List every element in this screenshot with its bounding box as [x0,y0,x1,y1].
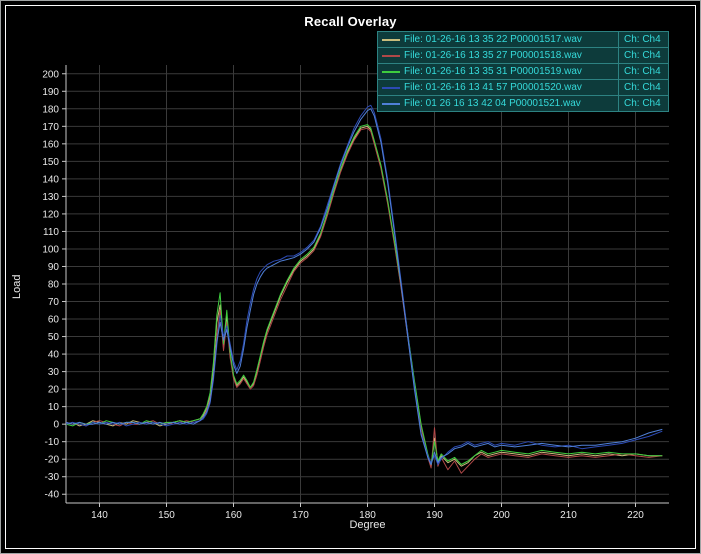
x-axis-label: Degree [66,519,669,531]
svg-text:180: 180 [42,104,59,115]
legend-line-sample [378,96,404,111]
svg-text:30: 30 [48,367,60,378]
legend-item[interactable]: File: 01-26-16 13 35 27 P00001518.wav Ch… [378,48,668,64]
svg-text:-20: -20 [45,455,60,466]
svg-text:-30: -30 [45,472,60,483]
series-line-P00001517 [66,126,662,466]
legend-file-label: File: 01-26-16 13 35 27 P00001518.wav [404,48,618,63]
series-line-P00001519 [66,125,662,465]
series-color-swatch [382,71,400,73]
svg-text:-10: -10 [45,437,60,448]
svg-text:-40: -40 [45,490,60,501]
legend-item[interactable]: File: 01 26 16 13 42 04 P00001521.wav Ch… [378,96,668,111]
series-color-swatch [382,87,400,89]
svg-text:140: 140 [42,174,59,185]
legend-line-sample [378,64,404,79]
legend-file-label: File: 01-26-16 13 41 57 P00001520.wav [404,80,618,95]
svg-text:80: 80 [48,280,60,291]
svg-text:200: 200 [42,69,59,80]
legend-file-label: File: 01-26-16 13 35 31 P00001519.wav [404,64,618,79]
legend-line-sample [378,80,404,95]
series-color-swatch [382,39,400,41]
svg-text:0: 0 [53,420,59,431]
svg-text:160: 160 [42,139,59,150]
svg-text:190: 190 [42,87,59,98]
series-line-P00001521 [66,109,662,465]
series-line-P00001520 [66,105,662,464]
legend-file-label: File: 01-26-16 13 35 22 P00001517.wav [404,32,618,47]
svg-text:60: 60 [48,315,60,326]
chart-title: Recall Overlay [1,14,700,29]
legend-channel-label: Ch: Ch4 [618,96,668,111]
svg-text:50: 50 [48,332,60,343]
svg-text:120: 120 [42,209,59,220]
svg-text:20: 20 [48,385,60,396]
y-axis-label: Load [11,275,23,299]
series-color-swatch [382,103,400,105]
app-window: -40 -30 -20 -10 0 10 20 30 40 50 60 70 80 90 100 110 120… [0,0,701,554]
svg-text:110: 110 [43,227,59,238]
svg-text:90: 90 [48,262,60,273]
legend: File: 01-26-16 13 35 22 P00001517.wav Ch… [377,31,669,112]
legend-file-label: File: 01 26 16 13 42 04 P00001521.wav [404,96,618,111]
series-color-swatch [382,55,400,57]
svg-text:40: 40 [48,350,60,361]
legend-item[interactable]: File: 01-26-16 13 35 31 P00001519.wav Ch… [378,64,668,80]
svg-text:130: 130 [42,192,59,203]
legend-item[interactable]: File: 01-26-16 13 41 57 P00001520.wav Ch… [378,80,668,96]
svg-text:150: 150 [42,157,59,168]
legend-channel-label: Ch: Ch4 [618,32,668,47]
legend-item[interactable]: File: 01-26-16 13 35 22 P00001517.wav Ch… [378,32,668,48]
legend-channel-label: Ch: Ch4 [618,80,668,95]
svg-text:10: 10 [48,402,60,413]
svg-text:170: 170 [42,122,59,133]
grid [66,65,669,503]
legend-channel-label: Ch: Ch4 [618,64,668,79]
svg-text:70: 70 [48,297,60,308]
legend-line-sample [378,48,404,63]
legend-channel-label: Ch: Ch4 [618,48,668,63]
series-line-P00001518 [66,128,662,473]
legend-line-sample [378,32,404,47]
svg-text:100: 100 [42,244,59,255]
